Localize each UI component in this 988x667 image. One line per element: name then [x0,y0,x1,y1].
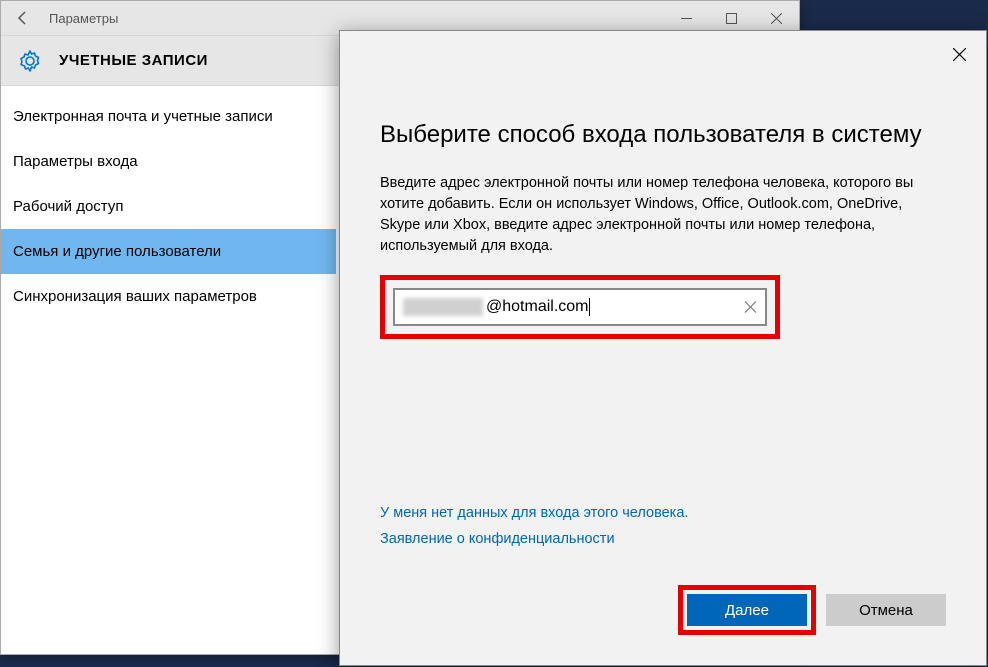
nav-item-work-access[interactable]: Рабочий доступ [1,184,336,229]
dialog-spacer [380,339,946,505]
gear-icon [16,47,44,75]
dialog-description: Введите адрес электронной почты или номе… [380,173,946,257]
text-caret [589,298,590,316]
next-button-highlight: Далее [678,585,816,635]
back-button[interactable] [9,4,37,32]
email-input-highlight: @hotmail.com [380,275,780,339]
add-user-dialog: Выберите способ входа пользователя в сис… [339,30,987,666]
nav-item-family-users[interactable]: Семья и другие пользователи [1,229,336,274]
dialog-buttons: Далее Отмена [380,585,946,635]
clear-input-icon[interactable] [744,301,757,314]
dialog-title: Выберите способ входа пользователя в сис… [380,121,946,149]
link-no-credentials[interactable]: У меня нет данных для входа этого челове… [380,505,946,521]
nav-item-sync-settings[interactable]: Синхронизация ваших параметров [1,274,336,319]
nav-item-email-accounts[interactable]: Электронная почта и учетные записи [1,94,336,139]
nav-item-signin-options[interactable]: Параметры входа [1,139,336,184]
dialog-close-button[interactable] [944,39,974,69]
email-redacted-part [403,298,483,316]
section-title: УЧЕТНЫЕ ЗАПИСИ [59,52,208,69]
next-button[interactable]: Далее [687,594,807,626]
link-privacy-statement[interactable]: Заявление о конфиденциальности [380,531,946,547]
dialog-links: У меня нет данных для входа этого челове… [380,505,946,557]
email-visible-part: @hotmail.com [486,298,589,316]
dialog-content: Выберите способ входа пользователя в сис… [340,31,986,665]
email-input[interactable]: @hotmail.com [393,288,767,326]
window-title: Параметры [37,11,664,26]
cancel-button[interactable]: Отмена [826,594,946,626]
settings-nav: Электронная почта и учетные записи Парам… [1,86,336,654]
